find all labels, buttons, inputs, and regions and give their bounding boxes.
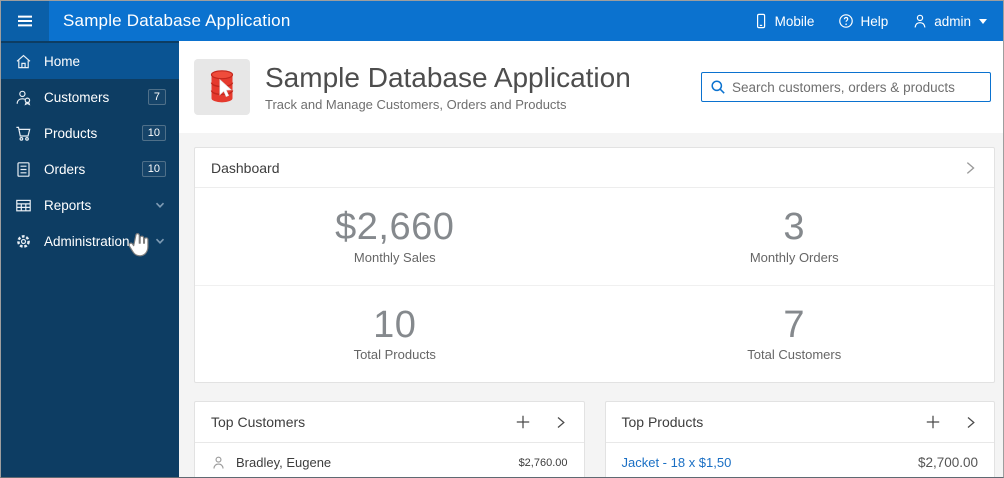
sidebar-item-label: Reports [44, 197, 92, 213]
mobile-link[interactable]: Mobile [753, 13, 815, 29]
stat-label: Total Products [353, 347, 436, 363]
dashboard-title: Dashboard [211, 159, 280, 176]
top-customers-title: Top Customers [211, 414, 306, 430]
chevron-down-icon [154, 235, 166, 247]
hamburger-icon [18, 15, 32, 27]
sidebar-navigation: Home Customers 7 Products 10 Orders 10 R… [1, 41, 179, 477]
help-label: Help [860, 13, 889, 29]
product-row: Jacket - 18 x $1,50 $2,700.00 [605, 442, 994, 477]
sidebar-item-label: Orders [44, 161, 86, 177]
user-icon [914, 14, 926, 28]
stat-monthly-orders: 3 Monthly Orders [595, 188, 995, 285]
customer-amount: $2,760.00 [518, 456, 568, 469]
customer-icon [211, 455, 226, 470]
sidebar-item-home[interactable]: Home [1, 43, 179, 79]
sidebar-item-label: Administration [44, 233, 130, 249]
customer-name: Bradley, Eugene [236, 455, 332, 470]
stat-label: Monthly Sales [353, 249, 436, 265]
mobile-label: Mobile [774, 13, 815, 29]
dashboard-header: Dashboard [195, 148, 994, 188]
top-customers-header: Top Customers [195, 402, 584, 442]
help-link[interactable]: Help [838, 13, 888, 29]
stat-label: Monthly Orders [749, 249, 839, 265]
bottom-cards-row: Top Customers Bradley, Eugene $2,760.00 … [194, 401, 995, 477]
sidebar-item-administration[interactable]: Administration [1, 223, 179, 259]
reports-icon [14, 196, 32, 214]
search-box[interactable] [701, 72, 991, 102]
sidebar-item-customers[interactable]: Customers 7 [1, 79, 179, 115]
stat-total-products: 10 Total Products [195, 285, 595, 382]
search-icon [711, 80, 725, 94]
hamburger-menu-button[interactable] [1, 1, 49, 41]
page-title: Sample Database Application [265, 61, 631, 93]
stat-total-customers: 7 Total Customers [594, 285, 994, 382]
content-area: Dashboard $2,660 Monthly Sales 3 Monthly… [179, 133, 1003, 477]
main-content: Sample Database Application Track and Ma… [179, 41, 1003, 477]
sidebar-item-products[interactable]: Products 10 [1, 115, 179, 151]
username-label: admin [934, 13, 971, 29]
topbar-actions: Mobile Help admin [753, 13, 1003, 29]
customers-icon [14, 88, 32, 106]
products-count-badge: 10 [141, 125, 166, 141]
sidebar-item-label: Products [44, 125, 98, 141]
stat-value: 3 [783, 206, 806, 249]
top-products-title: Top Products [621, 414, 704, 430]
topbar-title: Sample Database Application [63, 11, 291, 30]
customers-count-badge: 7 [147, 89, 166, 105]
customer-row[interactable]: Bradley, Eugene $2,760.00 [195, 442, 584, 477]
user-dropdown-caret-icon [979, 18, 987, 24]
top-navigation-bar: Sample Database Application Mobile Help [1, 1, 1003, 41]
app-window: Sample Database Application Mobile Help [0, 0, 1004, 478]
search-input[interactable] [732, 79, 982, 95]
gear-icon [14, 232, 32, 250]
page-title-block: Sample Database Application Track and Ma… [265, 62, 631, 112]
orders-icon [14, 160, 32, 178]
sidebar-item-reports[interactable]: Reports [1, 187, 179, 223]
dashboard-expand-button[interactable] [962, 160, 978, 176]
add-customer-button[interactable] [515, 414, 531, 430]
chevron-down-icon [154, 199, 166, 211]
dashboard-region: Dashboard $2,660 Monthly Sales 3 Monthly… [194, 147, 995, 383]
stat-value: $2,660 [335, 206, 455, 249]
top-products-expand-button[interactable] [963, 415, 978, 430]
product-link[interactable]: Jacket - 18 x $1,50 [622, 455, 732, 470]
top-customers-region: Top Customers Bradley, Eugene $2,760.00 [194, 401, 585, 477]
top-products-header: Top Products [606, 402, 995, 442]
sidebar-item-orders[interactable]: Orders 10 [1, 151, 179, 187]
stat-value: 7 [783, 303, 806, 346]
dashboard-stats: $2,660 Monthly Sales 3 Monthly Orders 10… [195, 188, 994, 382]
stat-label: Total Customers [747, 347, 842, 363]
top-customers-expand-button[interactable] [553, 415, 568, 430]
database-cursor-icon [194, 59, 250, 115]
page-subtitle: Track and Manage Customers, Orders and P… [265, 97, 567, 113]
sidebar-item-label: Customers [44, 89, 110, 105]
cart-icon [14, 124, 32, 142]
top-products-region: Top Products Jacket - 18 x $1,50 $2,700.… [604, 401, 995, 477]
add-product-button[interactable] [925, 414, 941, 430]
home-icon [14, 52, 32, 70]
mobile-phone-icon [756, 13, 765, 29]
help-icon [839, 14, 854, 28]
stat-value: 10 [373, 303, 417, 346]
user-menu[interactable]: admin [912, 13, 987, 29]
page-header: Sample Database Application Track and Ma… [179, 41, 1003, 133]
product-amount: $2,700.00 [917, 455, 978, 470]
stat-monthly-sales: $2,660 Monthly Sales [195, 188, 595, 285]
orders-count-badge: 10 [141, 161, 166, 177]
sidebar-item-label: Home [44, 53, 81, 69]
